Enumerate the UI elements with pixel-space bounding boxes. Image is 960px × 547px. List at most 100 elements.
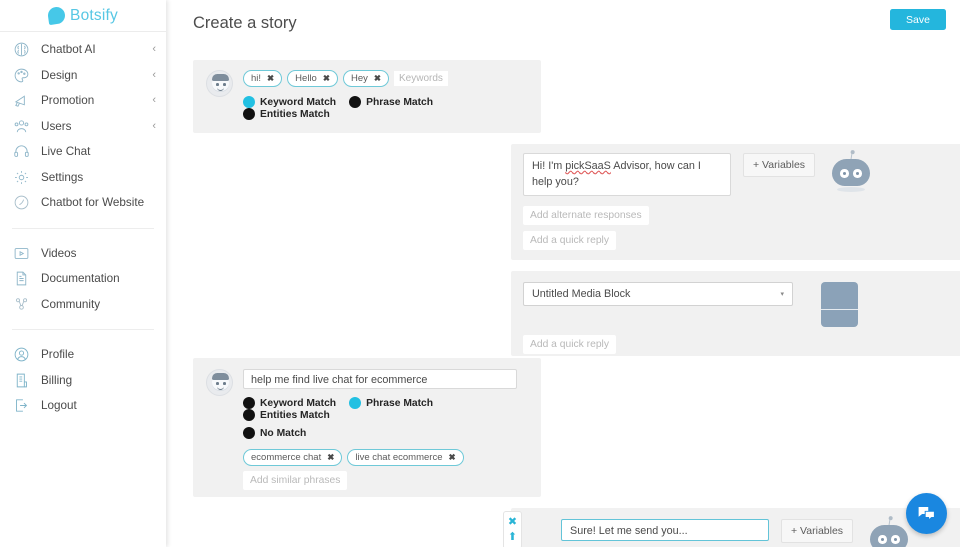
media-block: Untitled Media Block ▾ Add a quick reply <box>511 271 960 356</box>
sidebar-item-label: Chatbot for Website <box>41 196 144 209</box>
radio-dot <box>243 397 255 409</box>
bot-avatar <box>870 519 908 547</box>
billing-icon <box>12 371 31 390</box>
palette-icon <box>12 66 31 85</box>
sidebar-item-community[interactable]: Community <box>0 292 166 318</box>
sidebar-item-label: Community <box>41 298 100 311</box>
chevron-left-icon[interactable]: ‹ <box>152 121 156 132</box>
remove-tag-icon[interactable]: ✖ <box>323 74 330 83</box>
keyword-tag-label: hi! <box>251 73 261 84</box>
profile-icon <box>12 345 31 364</box>
chevron-left-icon[interactable]: ‹ <box>152 70 156 81</box>
add-quick-reply-input[interactable]: Add a quick reply <box>523 335 616 354</box>
match-option-no-match[interactable]: No Match <box>243 427 306 439</box>
similar-phrase-list: ecommerce chat ✖ live chat ecommerce ✖ <box>243 449 541 466</box>
megaphone-icon <box>12 91 31 110</box>
sidebar-item-label: Live Chat <box>41 145 90 158</box>
brand-logo[interactable]: Botsify <box>0 0 166 31</box>
sidebar-item-chatbot-ai[interactable]: Chatbot AI ‹ <box>0 37 166 63</box>
media-block-title: Untitled Media Block <box>532 288 630 300</box>
sidebar-item-live-chat[interactable]: Live Chat <box>0 139 166 165</box>
bot-message-input[interactable]: Hi! I'm pickSaaS Advisor, how can I help… <box>523 153 731 196</box>
radio-dot <box>349 397 361 409</box>
remove-tag-icon[interactable]: ✖ <box>374 74 381 83</box>
avatar <box>206 369 233 396</box>
chat-widget-button[interactable] <box>906 493 947 534</box>
bot-message-misspelled-word: pickSaaS <box>565 160 611 172</box>
match-option-label: Phrase Match <box>366 97 433 108</box>
sidebar-item-documentation[interactable]: Documentation <box>0 266 166 292</box>
keyword-tag[interactable]: Hey ✖ <box>343 70 389 87</box>
sidebar-resources-nav: Videos Documentation Community <box>0 236 166 323</box>
keyword-tag-list: hi! ✖ Hello ✖ Hey ✖ Keywords <box>243 70 541 87</box>
sidebar-item-chatbot-for-website[interactable]: Chatbot for Website <box>0 190 166 216</box>
match-option-phrase[interactable]: Phrase Match <box>349 397 433 409</box>
bot-message-prefix: Hi! I'm <box>532 160 565 172</box>
similar-phrase-tag[interactable]: live chat ecommerce ✖ <box>347 449 463 466</box>
sidebar-item-label: Documentation <box>41 272 120 285</box>
add-alternate-responses-input[interactable]: Add alternate responses <box>523 206 649 225</box>
match-option-keyword[interactable]: Keyword Match <box>243 96 336 108</box>
avatar <box>206 70 233 97</box>
sidebar-account-nav: Profile Billing Logout <box>0 337 166 424</box>
logout-icon <box>12 396 31 415</box>
add-quick-reply-input[interactable]: Add a quick reply <box>523 231 616 250</box>
sidebar-item-label: Profile <box>41 348 74 361</box>
video-icon <box>12 244 31 263</box>
chevron-down-icon[interactable]: ▾ <box>780 290 784 298</box>
chevron-left-icon[interactable]: ‹ <box>152 44 156 55</box>
move-up-icon[interactable]: ⬆ <box>508 532 517 543</box>
match-option-label: No Match <box>260 428 306 439</box>
sidebar-item-profile[interactable]: Profile <box>0 342 166 368</box>
add-variables-button[interactable]: + Variables <box>781 519 853 543</box>
media-thumbnail[interactable] <box>821 282 858 327</box>
sidebar-item-videos[interactable]: Videos <box>0 241 166 267</box>
keywords-input[interactable]: Keywords <box>394 71 448 86</box>
sidebar-main-nav: Chatbot AI ‹ Design ‹ <box>0 32 166 221</box>
match-option-entities[interactable]: Entities Match <box>243 108 330 120</box>
bot-response-block-1: Hi! I'm pickSaaS Advisor, how can I help… <box>511 144 960 260</box>
page-title: Create a story <box>193 14 297 33</box>
radio-dot <box>243 108 255 120</box>
keyword-tag-label: Hey <box>351 73 368 84</box>
match-options-2-row2: No Match <box>243 427 541 439</box>
sidebar-item-settings[interactable]: Settings <box>0 165 166 191</box>
remove-tag-icon[interactable]: ✖ <box>267 74 274 83</box>
brand-name: Botsify <box>70 7 118 25</box>
speech-bubble-icon <box>47 6 66 25</box>
add-similar-phrases-input[interactable]: Add similar phrases <box>243 471 347 490</box>
headset-icon <box>12 142 31 161</box>
match-option-keyword[interactable]: Keyword Match <box>243 397 336 409</box>
sidebar-item-users[interactable]: Users ‹ <box>0 114 166 140</box>
sidebar-item-label: Chatbot AI <box>41 43 96 56</box>
block-controls: ✖ ⬆ <box>503 511 522 547</box>
chevron-left-icon[interactable]: ‹ <box>152 95 156 106</box>
delete-block-icon[interactable]: ✖ <box>508 517 517 528</box>
sidebar-item-logout[interactable]: Logout <box>0 393 166 419</box>
sidebar-item-label: Logout <box>41 399 77 412</box>
sidebar-item-promotion[interactable]: Promotion ‹ <box>0 88 166 114</box>
user-phrase-input[interactable]: help me find live chat for ecommerce <box>243 369 517 389</box>
chat-bubbles-icon <box>916 503 937 524</box>
remove-tag-icon[interactable]: ✖ <box>448 453 455 462</box>
keyword-tag[interactable]: Hello ✖ <box>287 70 338 87</box>
remove-tag-icon[interactable]: ✖ <box>327 453 334 462</box>
match-option-phrase[interactable]: Phrase Match <box>349 96 433 108</box>
match-option-label: Phrase Match <box>366 398 433 409</box>
similar-phrase-tag[interactable]: ecommerce chat ✖ <box>243 449 342 466</box>
sidebar-item-billing[interactable]: Billing <box>0 368 166 394</box>
sidebar-item-design[interactable]: Design ‹ <box>0 63 166 89</box>
app-root: Botsify Chatbot AI ‹ <box>0 0 960 547</box>
match-option-label: Entities Match <box>260 410 330 421</box>
match-option-entities[interactable]: Entities Match <box>243 409 330 421</box>
sidebar-item-label: Billing <box>41 374 72 387</box>
add-variables-button[interactable]: + Variables <box>743 153 815 177</box>
media-block-select[interactable]: Untitled Media Block ▾ <box>523 282 793 306</box>
main-content: Create a story Save hi! <box>166 0 960 547</box>
similar-phrase-label: ecommerce chat <box>251 452 321 463</box>
save-button[interactable]: Save <box>890 9 946 30</box>
keyword-tag[interactable]: hi! ✖ <box>243 70 282 87</box>
radio-dot <box>243 409 255 421</box>
bot-message-input-2[interactable]: Sure! Let me send you... <box>561 519 769 541</box>
divider <box>12 329 154 330</box>
